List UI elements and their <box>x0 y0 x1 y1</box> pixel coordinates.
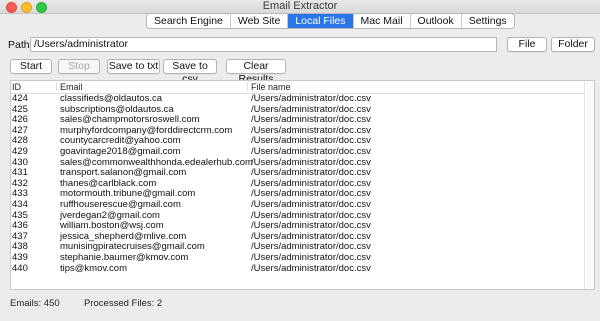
close-window-icon[interactable] <box>6 2 17 13</box>
column-header-id[interactable]: ID <box>12 81 21 93</box>
row-email: ruffhouserescue@gmail.com <box>60 198 181 210</box>
row-email: classifieds@oldautos.ca <box>60 93 163 104</box>
emails-count: Emails: 450 <box>10 298 60 309</box>
window-controls <box>6 2 47 13</box>
file-button[interactable]: File <box>507 37 547 52</box>
column-header-file-name[interactable]: File name <box>251 81 291 93</box>
row-id: 429 <box>12 145 28 157</box>
row-file-name: /Users/administrator/doc.csv <box>251 93 371 104</box>
row-file-name: /Users/administrator/doc.csv <box>251 198 371 210</box>
zoom-window-icon[interactable] <box>36 2 47 13</box>
row-email: stephanie.baumer@kmov.com <box>60 251 189 263</box>
table-row[interactable]: 434 ruffhouserescue@gmail.com/Users/admin… <box>11 198 594 211</box>
tab-settings[interactable]: Settings <box>461 14 514 28</box>
row-email: tips@kmov.com <box>60 262 128 274</box>
processed-files-count: Processed Files: 2 <box>84 298 163 309</box>
path-input[interactable]: /Users/administrator <box>30 37 497 52</box>
row-file-name: /Users/administrator/doc.csv <box>251 262 371 274</box>
column-divider <box>56 83 57 91</box>
tab-web-site[interactable]: Web Site <box>230 14 289 28</box>
save-to-csv-button[interactable]: Save to csv <box>163 59 217 85</box>
row-email: goavintage2018@gmail.com <box>60 145 181 157</box>
table-scrollbar[interactable] <box>584 81 594 289</box>
results-table: ID Email File name 424 classifieds@oldaut… <box>10 80 595 290</box>
column-divider <box>247 83 248 91</box>
path-row: Path: /Users/administrator <box>8 37 593 53</box>
save-to-txt-button[interactable]: Save to txt <box>107 59 160 74</box>
title-bar: Email Extractor <box>0 0 600 14</box>
row-id: 424 <box>12 93 28 104</box>
row-file-name: /Users/administrator/doc.csv <box>251 251 371 263</box>
table-row[interactable]: 440 tips@kmov.com/Users/administrator/doc… <box>11 262 594 275</box>
row-id: 440 <box>12 262 28 274</box>
tab-bar: Search Engine Web Site Local Files Mac Mail… <box>146 13 515 29</box>
window-title: Email Extractor <box>262 0 338 12</box>
folder-button[interactable]: Folder <box>551 37 595 52</box>
row-id: 434 <box>12 198 28 210</box>
column-header-email[interactable]: Email <box>60 81 83 93</box>
minimize-window-icon[interactable] <box>21 2 32 13</box>
stop-button[interactable]: Stop <box>58 59 100 74</box>
clear-results-button[interactable]: Clear Results <box>226 59 286 85</box>
table-row[interactable]: 439 stephanie.baumer@kmov.com/Users/admin… <box>11 251 594 264</box>
tab-search-engine[interactable]: Search Engine <box>147 14 231 28</box>
row-id: 439 <box>12 251 28 263</box>
table-body: 424 classifieds@oldautos.ca/Users/adminis… <box>11 93 594 275</box>
table-row[interactable]: 429 goavintage2018@gmail.com/Users/admini… <box>11 145 594 158</box>
tab-local-files[interactable]: Local Files <box>288 14 354 28</box>
table-row[interactable]: 424 classifieds@oldautos.ca/Users/adminis… <box>11 93 594 105</box>
app-window: Email Extractor Search Engine Web Site Loc… <box>0 0 600 321</box>
tab-mac-mail[interactable]: Mac Mail <box>353 14 411 28</box>
tab-outlook[interactable]: Outlook <box>410 14 462 28</box>
start-button[interactable]: Start <box>10 59 52 74</box>
path-label: Path: <box>8 39 33 51</box>
row-file-name: /Users/administrator/doc.csv <box>251 145 371 157</box>
